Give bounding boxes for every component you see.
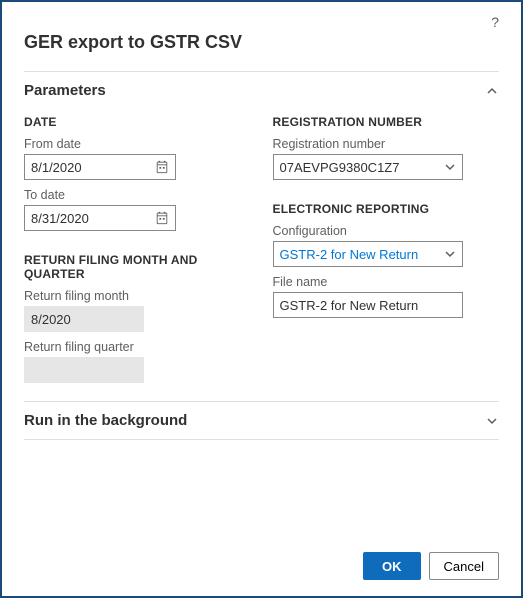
from-date-label: From date [24, 137, 251, 151]
calendar-icon[interactable] [155, 211, 169, 225]
chevron-down-icon [444, 248, 456, 260]
parameters-body: DATE From date 8/1/2020 To date 8/31/202… [24, 109, 499, 383]
ok-button[interactable]: OK [363, 552, 421, 580]
group-return-filing: RETURN FILING MONTH AND QUARTER [24, 253, 251, 281]
calendar-icon[interactable] [155, 160, 169, 174]
section-parameters-label: Parameters [24, 82, 106, 99]
dialog-title: GER export to GSTR CSV [24, 32, 499, 53]
section-run-bg-header[interactable]: Run in the background [24, 401, 499, 440]
chevron-down-icon [444, 161, 456, 173]
file-name-input[interactable]: GSTR-2 for New Return [273, 292, 463, 318]
from-date-input[interactable]: 8/1/2020 [24, 154, 176, 180]
return-month-label: Return filing month [24, 289, 251, 303]
section-parameters-header[interactable]: Parameters [24, 71, 499, 109]
to-date-value: 8/31/2020 [31, 211, 89, 226]
section-run-bg-label: Run in the background [24, 412, 187, 429]
title-bar: ? [24, 14, 499, 32]
chevron-up-icon [485, 84, 499, 98]
group-electronic-reporting: ELECTRONIC REPORTING [273, 202, 500, 216]
to-date-input[interactable]: 8/31/2020 [24, 205, 176, 231]
file-name-label: File name [273, 275, 500, 289]
right-column: REGISTRATION NUMBER Registration number … [273, 109, 500, 383]
cancel-button[interactable]: Cancel [429, 552, 499, 580]
return-quarter-label: Return filing quarter [24, 340, 251, 354]
registration-number-value: 07AEVPG9380C1Z7 [280, 160, 400, 175]
registration-number-label: Registration number [273, 137, 500, 151]
return-quarter-input [24, 357, 144, 383]
to-date-label: To date [24, 188, 251, 202]
configuration-label: Configuration [273, 224, 500, 238]
return-month-value: 8/2020 [31, 312, 71, 327]
from-date-value: 8/1/2020 [31, 160, 82, 175]
group-registration: REGISTRATION NUMBER [273, 115, 500, 129]
dialog-footer: OK Cancel [24, 540, 499, 596]
configuration-value: GSTR-2 for New Return [280, 247, 419, 262]
registration-number-select[interactable]: 07AEVPG9380C1Z7 [273, 154, 463, 180]
left-column: DATE From date 8/1/2020 To date 8/31/202… [24, 109, 251, 383]
help-icon[interactable]: ? [491, 14, 499, 32]
dialog-ger-export: ? GER export to GSTR CSV Parameters DATE… [2, 2, 521, 596]
return-month-input: 8/2020 [24, 306, 144, 332]
chevron-down-icon [485, 414, 499, 428]
group-date: DATE [24, 115, 251, 129]
configuration-select[interactable]: GSTR-2 for New Return [273, 241, 463, 267]
file-name-value: GSTR-2 for New Return [280, 298, 419, 313]
